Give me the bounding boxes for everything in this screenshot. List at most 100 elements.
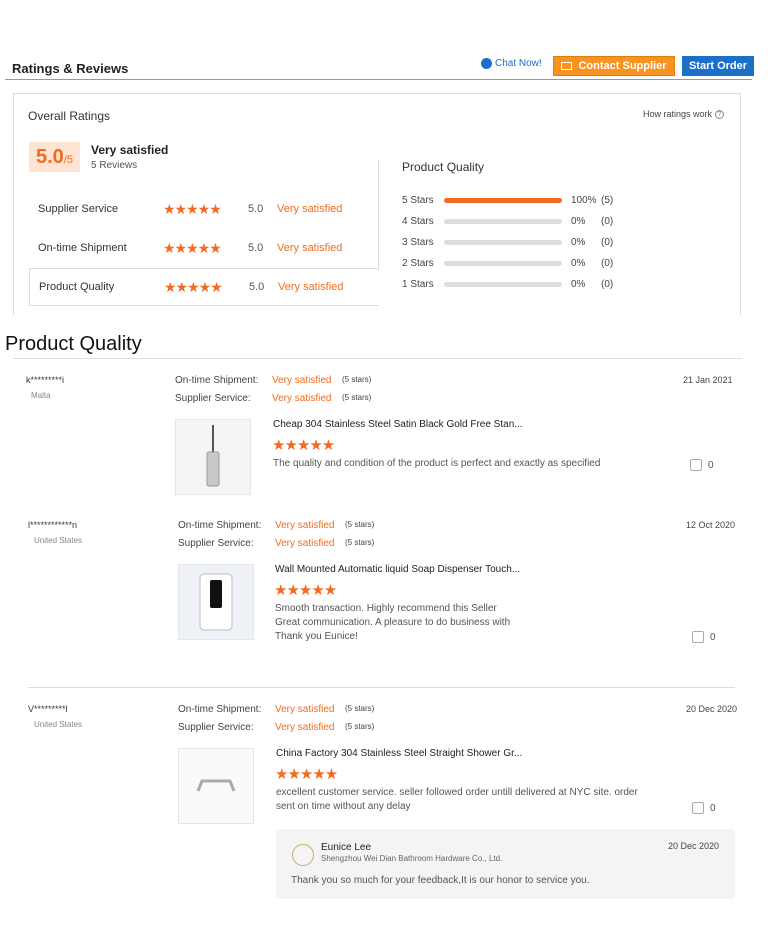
category-row-product-quality[interactable]: Product Quality ★★★★★ 5.0 Very satisfied (29, 268, 379, 306)
service-label: Supplier Service: (178, 538, 254, 549)
reviewer-country: Malta (31, 391, 51, 400)
star-distribution-row: 2 Stars 0% (0) (402, 256, 631, 270)
overall-score: 5.0 /5 (29, 142, 80, 172)
product-link[interactable]: Wall Mounted Automatic liquid Soap Dispe… (275, 564, 520, 575)
shipment-label: On-time Shipment: (178, 704, 262, 715)
star-distribution-row: 5 Stars 100% (5) (402, 193, 631, 207)
page-title: Ratings & Reviews (12, 61, 129, 76)
section-divider (13, 358, 742, 359)
product-thumbnail[interactable] (178, 564, 254, 640)
like-button[interactable]: 0 (692, 631, 716, 643)
distribution-count: (0) (601, 236, 614, 248)
distribution-bar (444, 218, 562, 224)
distribution-bar (444, 281, 562, 287)
overall-ratings-panel: Overall Ratings How ratings work ? 5.0 /… (13, 93, 741, 315)
distribution-percent: 0% (571, 278, 586, 290)
chat-now-label: Chat Now! (495, 58, 542, 69)
reply-text: Thank you so much for your feedback,It i… (291, 875, 590, 886)
comment-line: Smooth transaction. Highly recommend thi… (275, 603, 497, 614)
distribution-percent: 0% (571, 215, 586, 227)
service-stars: (5 stars) (345, 722, 375, 731)
how-ratings-label: How ratings work (642, 109, 712, 119)
star-level-label: 4 Stars (402, 215, 434, 227)
product-thumbnail[interactable] (175, 419, 251, 495)
mail-icon (561, 62, 573, 70)
start-order-button[interactable]: Start Order (682, 56, 754, 76)
review-comment: The quality and condition of the product… (273, 457, 653, 471)
distribution-bar (444, 197, 562, 203)
shipment-value: Very satisfied (275, 520, 335, 531)
shipment-label: On-time Shipment: (178, 520, 262, 531)
shipment-rating: On-time Shipment: Very satisfied (5 star… (178, 520, 374, 531)
panel-divider (378, 160, 379, 270)
shipment-rating: On-time Shipment: Very satisfied (5 star… (175, 375, 371, 386)
category-row-on-time-shipment[interactable]: On-time Shipment ★★★★★ 5.0 Very satisfie… (29, 229, 379, 267)
how-ratings-link[interactable]: How ratings work ? (643, 109, 724, 119)
review-star-rating: ★★★★★ (275, 766, 338, 783)
category-satisfaction: Very satisfied (277, 203, 343, 215)
distribution-percent: 0% (571, 236, 586, 248)
product-link[interactable]: Cheap 304 Stainless Steel Satin Black Go… (273, 419, 523, 430)
star-rating: ★★★★★ (164, 278, 223, 295)
reviewer-name: V*********l (28, 704, 68, 714)
service-label: Supplier Service: (175, 393, 251, 404)
service-label: Supplier Service: (178, 722, 254, 733)
category-satisfaction: Very satisfied (278, 281, 344, 293)
shipment-value: Very satisfied (272, 375, 332, 386)
service-rating: Supplier Service: Very satisfied (5 star… (175, 393, 371, 404)
category-row-supplier-service[interactable]: Supplier Service ★★★★★ 5.0 Very satisfie… (29, 190, 379, 228)
distribution-count: (0) (601, 215, 614, 227)
score-suffix: /5 (63, 154, 73, 166)
reply-author: Eunice Lee (321, 842, 372, 853)
distribution-bar-fill (444, 197, 562, 203)
start-order-label: Start Order (688, 60, 748, 72)
service-stars: (5 stars) (342, 393, 372, 402)
product-thumbnail[interactable] (178, 748, 254, 824)
service-value: Very satisfied (275, 538, 335, 549)
supplier-reply: Eunice Lee Shengzhou Wei Dian Bathroom H… (276, 829, 735, 899)
like-count: 0 (710, 802, 716, 814)
review-comment: Smooth transaction. Highly recommend thi… (275, 602, 655, 644)
category-label: On-time Shipment (38, 242, 127, 254)
service-value: Very satisfied (272, 393, 332, 404)
star-distribution-row: 3 Stars 0% (0) (402, 235, 631, 249)
reviewer-name: k*********i (26, 375, 65, 385)
comment-line: Great communication. A pleasure to do bu… (275, 617, 511, 628)
like-button[interactable]: 0 (692, 802, 716, 814)
chat-now-link[interactable]: Chat Now! (481, 58, 542, 69)
category-label: Product Quality (39, 281, 115, 293)
product-link[interactable]: China Factory 304 Stainless Steel Straig… (276, 748, 522, 759)
review-star-rating: ★★★★★ (272, 437, 335, 454)
shipment-rating: On-time Shipment: Very satisfied (5 star… (178, 704, 374, 715)
like-button[interactable]: 0 (690, 459, 714, 471)
distribution-percent: 0% (571, 257, 586, 269)
distribution-percent: 100% (571, 194, 597, 206)
contact-supplier-button[interactable]: Contact Supplier (553, 56, 675, 76)
review-date: 21 Jan 2021 (683, 375, 733, 385)
contact-supplier-label: Contact Supplier (578, 60, 667, 72)
section-title: Product Quality (5, 333, 142, 355)
review-count: 5 Reviews (91, 160, 138, 171)
score-value: 5.0 (36, 146, 64, 168)
thumbs-up-icon (690, 459, 702, 471)
review-date: 20 Dec 2020 (686, 704, 738, 714)
review-comment: excellent customer service. seller follo… (276, 786, 696, 814)
shipment-stars: (5 stars) (345, 520, 375, 529)
comment-line: Thank you Eunice! (275, 631, 358, 642)
service-rating: Supplier Service: Very satisfied (5 star… (178, 538, 374, 549)
chat-icon (481, 58, 492, 69)
comment-line: The quality and condition of the product… (273, 458, 601, 469)
shipment-stars: (5 stars) (345, 704, 375, 713)
review-divider (28, 687, 735, 688)
shipment-value: Very satisfied (275, 704, 335, 715)
star-distribution-row: 4 Stars 0% (0) (402, 214, 631, 228)
supplier-logo-icon (292, 844, 314, 866)
reviewer-country: United States (34, 720, 83, 729)
comment-line: sent on time without any delay (276, 801, 411, 812)
star-level-label: 3 Stars (402, 236, 434, 248)
distribution-bar (444, 260, 562, 266)
service-stars: (5 stars) (345, 538, 375, 547)
review-date: 12 Oct 2020 (686, 520, 736, 530)
shipment-stars: (5 stars) (342, 375, 372, 384)
overall-ratings-title: Overall Ratings (28, 109, 111, 123)
